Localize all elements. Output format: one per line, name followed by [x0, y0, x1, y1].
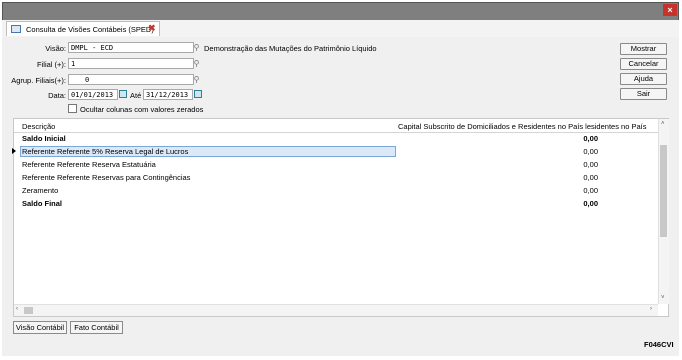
grid-header: Descrição Capital Subscrito de Domicilia…: [14, 119, 658, 133]
scroll-up-icon[interactable]: ˄: [661, 121, 665, 127]
agrup-filiais-input[interactable]: 0: [68, 74, 194, 85]
filial-label: Filial (+):: [37, 60, 66, 69]
cell-descricao: Zeramento: [22, 186, 59, 195]
tab-consulta-visoes[interactable]: Consulta de Visões Contábeis (SPED) ✖: [6, 21, 160, 36]
window-icon: [11, 25, 21, 33]
cell-valor: 0,00: [583, 186, 598, 195]
search-icon[interactable]: ⚲: [192, 59, 201, 68]
cell-descricao: Saldo Inicial: [22, 134, 66, 143]
column-header-descricao[interactable]: Descrição: [22, 122, 55, 131]
data-fim-input[interactable]: 31/12/2013: [143, 89, 193, 100]
filial-input[interactable]: 1: [68, 58, 194, 69]
ocultar-zerados-checkbox[interactable]: [68, 104, 77, 113]
ocultar-zerados-label: Ocultar colunas com valores zerados: [80, 105, 204, 114]
horizontal-scrollbar[interactable]: ‹ ›: [14, 304, 658, 316]
table-row[interactable]: Zeramento 0,00: [14, 185, 658, 196]
tab-close-icon[interactable]: ✖: [148, 23, 156, 34]
visao-input[interactable]: DMPL - ECD: [68, 42, 194, 53]
ate-label: Até: [130, 91, 142, 100]
scroll-right-icon[interactable]: ›: [650, 306, 652, 312]
calendar-icon[interactable]: [119, 90, 127, 98]
data-inicio-input[interactable]: 01/01/2013: [68, 89, 118, 100]
fato-contabil-button[interactable]: Fato Contábil: [70, 321, 123, 334]
row-pointer-icon: [12, 148, 16, 154]
vertical-scrollbar[interactable]: ˄ ˅: [658, 119, 669, 304]
scroll-left-icon[interactable]: ‹: [16, 306, 18, 312]
data-label: Data:: [48, 91, 66, 100]
table-row[interactable]: Referente Referente Reservas para Contin…: [14, 172, 658, 183]
cell-descricao: Referente Referente Reserva Estatuária: [22, 160, 156, 169]
tab-bar: Consulta de Visões Contábeis (SPED) ✖: [2, 20, 679, 38]
cell-valor: 0,00: [583, 173, 598, 182]
calendar-icon[interactable]: [194, 90, 202, 98]
horizontal-scroll-thumb[interactable]: [24, 307, 33, 314]
search-icon[interactable]: ⚲: [192, 43, 201, 52]
table-row[interactable]: Saldo Inicial 0,00: [14, 133, 658, 144]
sair-button[interactable]: Sair: [620, 88, 667, 100]
cell-valor: 0,00: [583, 134, 598, 143]
cell-valor: 0,00: [583, 147, 598, 156]
ajuda-button[interactable]: Ajuda: [620, 73, 667, 85]
column-header-capital[interactable]: Capital Subscrito de Domiciliados e Resi…: [398, 122, 656, 131]
cell-valor: 0,00: [583, 199, 598, 208]
cancelar-button[interactable]: Cancelar: [620, 58, 667, 70]
visao-description: Demonstração das Mutações do Patrimônio …: [204, 44, 377, 53]
visao-label: Visão:: [45, 44, 66, 53]
cell-valor: 0,00: [583, 160, 598, 169]
table-row[interactable]: Referente Referente Reserva Estatuária 0…: [14, 159, 658, 170]
tab-label: Consulta de Visões Contábeis (SPED): [26, 25, 154, 34]
scroll-down-icon[interactable]: ˅: [661, 295, 665, 301]
search-icon[interactable]: ⚲: [192, 75, 201, 84]
visao-contabil-button[interactable]: Visão Contábil: [13, 321, 67, 334]
cell-descricao: Saldo Final: [22, 199, 63, 208]
table-row-selected[interactable]: Referente Referente 5% Reserva Legal de …: [12, 146, 658, 157]
cell-descricao: Referente Referente 5% Reserva Legal de …: [22, 147, 189, 156]
mostrar-button[interactable]: Mostrar: [620, 43, 667, 55]
table-row[interactable]: Saldo Final 0,00: [14, 198, 658, 209]
cell-descricao: Referente Referente Reservas para Contin…: [22, 173, 191, 182]
routine-code: F046CVI: [644, 340, 674, 349]
window-close-button[interactable]: ×: [663, 4, 677, 16]
agrup-filiais-label: Agrup. Filiais(+):: [11, 76, 66, 85]
vertical-scroll-thumb[interactable]: [660, 145, 667, 237]
results-grid: Descrição Capital Subscrito de Domicilia…: [12, 118, 669, 317]
